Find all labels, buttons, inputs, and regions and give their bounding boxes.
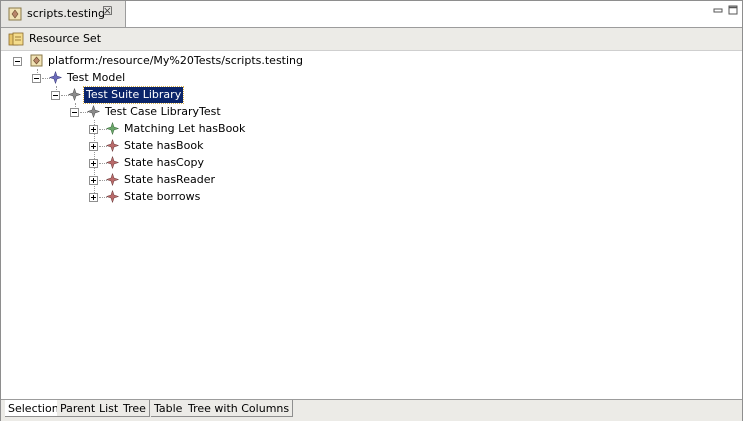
- expand-toggle[interactable]: [89, 159, 98, 168]
- model-element-icon: [106, 139, 119, 152]
- tree-label-child: State hasBook: [122, 138, 205, 154]
- resource-set-bar: Resource Set: [1, 28, 742, 51]
- tree-row-test-suite[interactable]: Test Suite Library: [1, 87, 742, 103]
- expand-toggle[interactable]: [89, 193, 98, 202]
- model-element-icon: [106, 156, 119, 169]
- model-element-icon: [68, 88, 81, 101]
- collapse-toggle[interactable]: [13, 57, 22, 66]
- tree-label-child: State borrows: [122, 189, 202, 205]
- tree-label-child: State hasCopy: [122, 155, 206, 171]
- tree-label-root: platform:/resource/My%20Tests/scripts.te…: [46, 53, 305, 69]
- model-element-icon: [106, 122, 119, 135]
- maximize-icon[interactable]: [728, 5, 738, 15]
- resource-set-label: Resource Set: [29, 32, 101, 45]
- tree-label-test-suite: Test Suite Library: [84, 87, 183, 103]
- expand-toggle[interactable]: [89, 176, 98, 185]
- collapse-toggle[interactable]: [70, 108, 79, 117]
- resource-set-icon: [8, 31, 24, 47]
- tree-label-test-case: Test Case LibraryTest: [103, 104, 223, 120]
- tab-parent[interactable]: Parent: [57, 400, 99, 417]
- expand-toggle[interactable]: [89, 142, 98, 151]
- tree-row-test-case[interactable]: Test Case LibraryTest: [1, 104, 742, 120]
- model-element-icon: [87, 105, 100, 118]
- expand-toggle[interactable]: [89, 125, 98, 134]
- tree-row-root[interactable]: platform:/resource/My%20Tests/scripts.te…: [1, 53, 742, 69]
- tab-selection[interactable]: Selection: [5, 400, 63, 417]
- tab-tree-with-columns[interactable]: Tree with Columns: [185, 400, 293, 417]
- tab-title: scripts.testing: [27, 7, 105, 20]
- collapse-toggle[interactable]: [51, 91, 60, 100]
- tree-row-child[interactable]: Matching Let hasBook: [1, 121, 742, 137]
- tree-row-child[interactable]: State hasReader: [1, 172, 742, 188]
- tab-list[interactable]: List: [96, 400, 122, 417]
- tree-label-child: State hasReader: [122, 172, 217, 188]
- editor-window: scripts.testing ☒ Resource Set: [0, 0, 743, 421]
- tree-label-test-model: Test Model: [65, 70, 127, 86]
- close-icon[interactable]: ☒: [102, 4, 113, 18]
- model-element-icon: [106, 190, 119, 203]
- tab-scripts-testing[interactable]: scripts.testing ☒: [1, 1, 126, 27]
- minimize-icon[interactable]: [713, 5, 723, 15]
- tab-table[interactable]: Table: [151, 400, 186, 417]
- tree-row-child[interactable]: State borrows: [1, 189, 742, 205]
- tree-row-child[interactable]: State hasBook: [1, 138, 742, 154]
- model-tree[interactable]: platform:/resource/My%20Tests/scripts.te…: [1, 51, 742, 397]
- resource-file-icon: [30, 54, 43, 67]
- model-element-icon: [49, 71, 62, 84]
- model-element-icon: [106, 173, 119, 186]
- viewer-tabs: Selection Parent List Tree Table Tree wi…: [1, 399, 742, 421]
- collapse-toggle[interactable]: [32, 74, 41, 83]
- tree-label-child: Matching Let hasBook: [122, 121, 247, 137]
- tree-row-test-model[interactable]: Test Model: [1, 70, 742, 86]
- tab-tree[interactable]: Tree: [120, 400, 150, 417]
- tree-row-child[interactable]: State hasCopy: [1, 155, 742, 171]
- editor-tab-strip: scripts.testing ☒: [1, 1, 742, 28]
- testing-file-icon: [8, 7, 22, 21]
